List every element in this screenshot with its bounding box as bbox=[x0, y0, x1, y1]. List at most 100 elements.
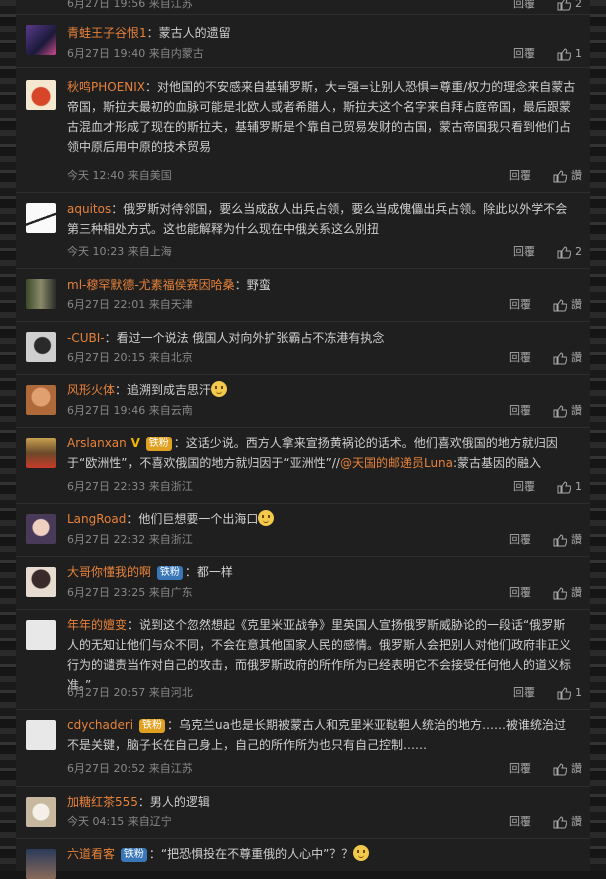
comment-meta: 6月27日 20:52 来自江苏 bbox=[67, 762, 193, 775]
username-link[interactable]: aquitos bbox=[67, 202, 111, 216]
like-button[interactable]: 讚 bbox=[553, 533, 582, 547]
comment-body: 年年的嬗变：说到这个忽然想起《克里米亚战争》里英国人宣扬俄罗斯威胁论的一段话“俄… bbox=[67, 618, 572, 692]
smile-emoji-icon bbox=[353, 845, 370, 861]
fan-badge: 铁粉 bbox=[120, 848, 147, 862]
comment-item: 风形火体：追溯到成吉思汗 6月27日 19:46 来自云南 回覆 讚 bbox=[16, 375, 590, 428]
comment-item: 大哥你懂我的啊 铁粉 ：都一样 6月27日 23:25 来自广东 回覆 讚 bbox=[16, 557, 590, 610]
reply-button[interactable]: 回覆 bbox=[513, 245, 535, 259]
comment-text: 俄罗斯对待邻国，要么当成敌人出兵占领，要么当成傀儡出兵占领。除此以外学不会第三种… bbox=[67, 202, 568, 236]
comment-actions: 回覆 讚 bbox=[509, 298, 582, 312]
comment-actions: 回覆 讚 bbox=[509, 533, 582, 547]
reply-button[interactable]: 回覆 bbox=[513, 47, 535, 61]
username-link[interactable]: 加糖红茶555 bbox=[67, 795, 138, 809]
avatar[interactable] bbox=[26, 567, 56, 597]
like-count: 讚 bbox=[571, 586, 582, 599]
comment-partial-top: 6月27日 19:56 来自江苏 回覆 2 bbox=[16, 0, 590, 15]
comment-actions: 回覆 讚 bbox=[509, 169, 582, 183]
reply-button[interactable]: 回覆 bbox=[509, 815, 531, 829]
username-link[interactable]: 青蛙王子谷恨1 bbox=[67, 26, 147, 40]
comment-item: Arslanxan V 铁粉 ：这话少说。西方人拿来宣扬黄祸论的话术。他们喜欢俄国… bbox=[16, 428, 590, 504]
reply-button[interactable]: 回覆 bbox=[509, 404, 531, 418]
comment-body: LangRoad：他们巨想要一个出海口 bbox=[67, 509, 576, 529]
like-count: 讚 bbox=[571, 298, 582, 311]
avatar[interactable] bbox=[26, 25, 56, 55]
comment-meta: 6月27日 19:46 来自云南 bbox=[67, 404, 193, 417]
comment-meta: 6月27日 22:01 来自天津 bbox=[67, 298, 193, 311]
like-count: 讚 bbox=[571, 762, 582, 775]
like-button[interactable]: 1 bbox=[557, 480, 582, 494]
comment-item: 六道看客 铁粉 ：“把恐惧投在不尊重俄的人心中”？？ bbox=[16, 839, 590, 879]
username-link[interactable]: 年年的嬗变 bbox=[67, 618, 127, 632]
comment-text-tail: :蒙古基因的融入 bbox=[453, 456, 542, 470]
avatar[interactable] bbox=[26, 279, 56, 309]
like-button[interactable]: 1 bbox=[557, 47, 582, 61]
like-button[interactable]: 讚 bbox=[553, 404, 582, 418]
reply-button[interactable]: 回覆 bbox=[509, 586, 531, 600]
avatar[interactable] bbox=[26, 797, 56, 827]
like-count: 讚 bbox=[571, 533, 582, 546]
comment-text: 都一样 bbox=[196, 565, 233, 579]
like-button[interactable]: 2 bbox=[557, 0, 582, 11]
comment-item: 年年的嬗变：说到这个忽然想起《克里米亚战争》里英国人宣扬俄罗斯威胁论的一段话“俄… bbox=[16, 610, 590, 710]
like-button[interactable]: 讚 bbox=[553, 815, 582, 829]
comment-meta: 6月27日 20:57 来自河北 bbox=[67, 686, 193, 699]
avatar[interactable] bbox=[26, 438, 56, 468]
avatar[interactable] bbox=[26, 514, 56, 544]
comment-actions: 回覆 2 bbox=[513, 0, 582, 11]
avatar[interactable] bbox=[26, 849, 56, 879]
username-link[interactable]: 六道看客 bbox=[67, 847, 115, 861]
reply-button[interactable]: 回覆 bbox=[509, 169, 531, 183]
avatar[interactable] bbox=[26, 332, 56, 362]
comment-meta: 今天 10:23 来自上海 bbox=[67, 245, 172, 258]
like-button[interactable]: 讚 bbox=[553, 169, 582, 183]
like-button[interactable]: 讚 bbox=[553, 762, 582, 776]
avatar[interactable] bbox=[26, 203, 56, 233]
username-link[interactable]: Arslanxan bbox=[67, 436, 127, 450]
like-button[interactable]: 讚 bbox=[553, 298, 582, 312]
username-link[interactable]: 秋鸣PHOENIX bbox=[67, 80, 145, 94]
username-link[interactable]: 大哥你懂我的啊 bbox=[67, 565, 151, 579]
like-button[interactable]: 1 bbox=[557, 686, 582, 700]
comment-item: LangRoad：他们巨想要一个出海口 6月27日 22:32 来自浙江 回覆 … bbox=[16, 504, 590, 557]
like-count: 1 bbox=[575, 480, 582, 493]
username-link[interactable]: LangRoad bbox=[67, 512, 126, 526]
reply-button[interactable]: 回覆 bbox=[513, 686, 535, 700]
reply-button[interactable]: 回覆 bbox=[509, 762, 531, 776]
reply-button[interactable]: 回覆 bbox=[513, 480, 535, 494]
comment-text: 他们巨想要一个出海口 bbox=[138, 512, 259, 526]
reply-button[interactable]: 回覆 bbox=[513, 0, 535, 11]
thumb-up-icon bbox=[553, 351, 567, 365]
like-button[interactable]: 讚 bbox=[553, 351, 582, 365]
avatar[interactable] bbox=[26, 720, 56, 750]
comment-actions: 回覆 1 bbox=[513, 480, 582, 494]
thumb-up-icon bbox=[553, 404, 567, 418]
comment-item: cdychaderi 铁粉 ：乌克兰ua也是长期被蒙古人和克里米亚鞑靼人统治的地方… bbox=[16, 710, 590, 787]
comment-meta: 6月27日 19:56 来自江苏 bbox=[67, 0, 193, 10]
username-link[interactable]: -CUBI- bbox=[67, 331, 105, 345]
comment-body: -CUBI-：看过一个说法 俄国人对向外扩张霸占不冻港有执念 bbox=[67, 331, 385, 345]
comment-meta: 今天 04:15 来自辽宁 bbox=[67, 815, 172, 828]
avatar[interactable] bbox=[26, 385, 56, 415]
username-link[interactable]: 风形火体 bbox=[67, 383, 115, 397]
avatar[interactable] bbox=[26, 80, 56, 110]
reply-button[interactable]: 回覆 bbox=[509, 533, 531, 547]
reply-button[interactable]: 回覆 bbox=[509, 298, 531, 312]
thumb-up-icon bbox=[553, 169, 567, 183]
comment-meta: 6月27日 20:15 来自北京 bbox=[67, 351, 193, 364]
like-button[interactable]: 讚 bbox=[553, 586, 582, 600]
comment-actions: 回覆 讚 bbox=[509, 404, 582, 418]
username-link[interactable]: ml-穆罕默德-尤素福侯赛因哈桑 bbox=[67, 278, 235, 292]
avatar[interactable] bbox=[26, 620, 56, 650]
thumb-up-icon bbox=[557, 480, 571, 494]
mention-link[interactable]: @天国的邮递员Luna bbox=[340, 456, 453, 470]
comment-body: Arslanxan V 铁粉 ：这话少说。西方人拿来宣扬黄祸论的话术。他们喜欢俄国… bbox=[67, 436, 558, 470]
fan-badge: 铁粉 bbox=[156, 566, 183, 580]
comment-actions: 回覆 讚 bbox=[509, 351, 582, 365]
reply-button[interactable]: 回覆 bbox=[509, 351, 531, 365]
like-button[interactable]: 2 bbox=[557, 245, 582, 259]
username-link[interactable]: cdychaderi bbox=[67, 718, 133, 732]
thumb-up-icon bbox=[553, 762, 567, 776]
comment-actions: 回覆 讚 bbox=[509, 815, 582, 829]
comment-item: 加糖红茶555：男人的逻辑 今天 04:15 来自辽宁 回覆 讚 bbox=[16, 787, 590, 839]
comment-text: 说到这个忽然想起《克里米亚战争》里英国人宣扬俄罗斯威胁论的一段话“俄罗斯人的无知… bbox=[67, 618, 572, 692]
